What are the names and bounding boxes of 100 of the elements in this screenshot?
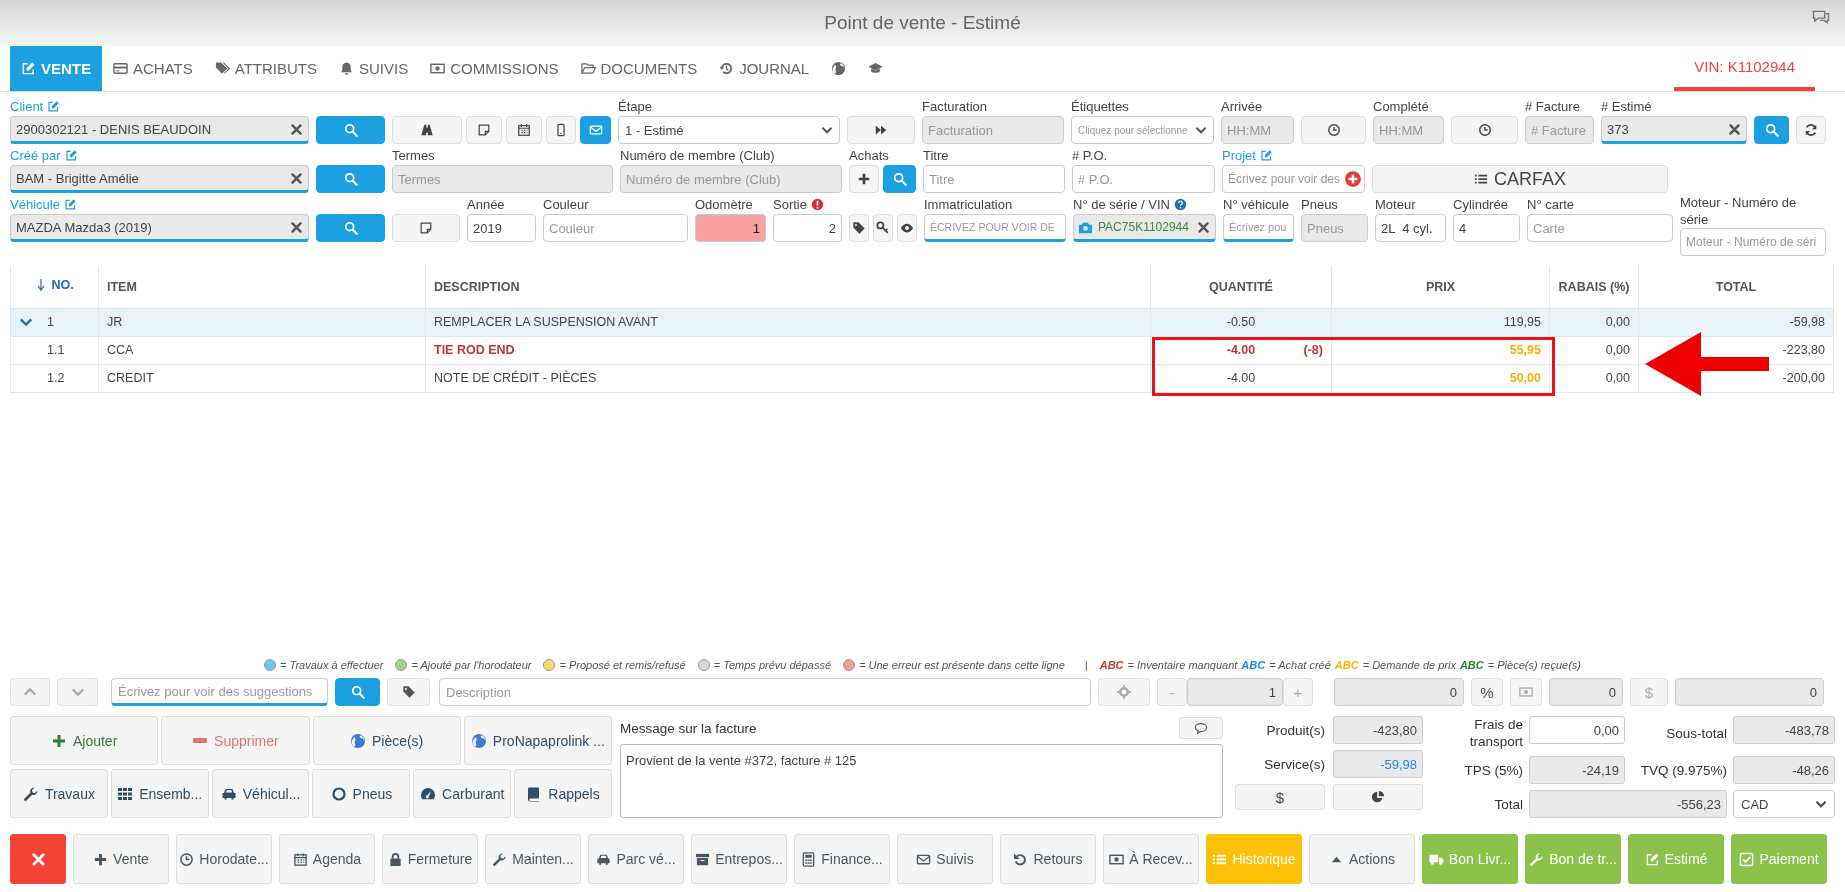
action-button[interactable]: Fermeture (382, 834, 478, 884)
input-field[interactable]: 1 (1187, 678, 1283, 706)
tag-button[interactable] (387, 678, 430, 706)
tab[interactable]: DOCUMENTS (569, 46, 709, 91)
input-field[interactable]: Carte (1527, 214, 1673, 242)
add-button[interactable] (849, 165, 879, 193)
column-header[interactable]: NO. (10, 266, 99, 308)
input-field[interactable]: 0 (1675, 678, 1824, 706)
plus-circle-icon[interactable] (1344, 170, 1362, 188)
action-button[interactable]: Entrepos... (691, 834, 787, 884)
table-cell: -200,00 (1782, 371, 1825, 385)
currency-select[interactable]: CAD (1733, 790, 1835, 818)
input-field[interactable]: 2 (773, 214, 842, 242)
input-field[interactable]: 1 (695, 214, 766, 242)
column-header[interactable]: ITEM (98, 266, 426, 308)
column-header[interactable]: PRIX (1331, 266, 1550, 308)
search-button[interactable] (316, 214, 385, 242)
action-button[interactable]: Carburant (413, 769, 512, 818)
calendar-button[interactable] (506, 116, 542, 144)
total-value: -556,23 (1529, 790, 1727, 818)
input-field[interactable]: Écrivez pour voir des (1222, 165, 1365, 193)
input-field[interactable]: 2L 4 cyl. (1375, 214, 1446, 242)
note-button[interactable] (392, 214, 460, 242)
fast-forward-button[interactable] (847, 116, 915, 144)
action-button[interactable]: Agenda (279, 834, 375, 884)
column-header[interactable]: RABAIS (%) (1549, 266, 1639, 308)
action-button[interactable]: Mainten... (485, 834, 581, 884)
search-button[interactable] (335, 678, 380, 706)
select-field[interactable]: 1 - Estimé (618, 116, 840, 144)
action-button[interactable]: Vente (73, 834, 169, 884)
action-button[interactable]: Suivis (897, 834, 993, 884)
field-label: Immatriculation (924, 195, 1013, 213)
column-header[interactable]: QUANTITÉ (1150, 266, 1332, 308)
action-button[interactable]: Horodate... (176, 834, 272, 884)
tab[interactable]: JOURNAL (708, 46, 821, 91)
percent-button[interactable]: % (1471, 678, 1503, 706)
input-field[interactable]: Titre (923, 165, 1065, 193)
clock-button[interactable] (1451, 116, 1518, 144)
carfax-button[interactable]: CARFAX (1372, 165, 1668, 193)
wrench-icon (22, 785, 39, 802)
action-button[interactable]: Véhicul... (211, 769, 310, 818)
message-field[interactable]: Provient de la vente #372, facture # 125 (620, 744, 1223, 818)
close-button[interactable] (10, 834, 66, 884)
action-button[interactable]: Travaux (10, 769, 108, 818)
table-row[interactable]: 1 JR REMPLACER LA SUSPENSION AVANT -0.50 119,95 0,00 -59,98 (10, 308, 1834, 336)
action-button[interactable]: À Recev... (1103, 834, 1199, 884)
email-button[interactable] (580, 116, 611, 144)
key-button[interactable] (873, 214, 893, 242)
action-button[interactable]: Pneus (312, 769, 411, 818)
chart-button[interactable] (1333, 784, 1423, 810)
input-field[interactable]: Écrivez pour voir des suggestions (111, 678, 328, 706)
action-button[interactable]: Ensemb... (110, 769, 209, 818)
action-button[interactable]: Parc vé... (588, 834, 684, 884)
input-field[interactable]: Description (439, 678, 1091, 706)
input-field[interactable]: 0,00 (1529, 716, 1625, 744)
action-button[interactable]: Rappels (514, 769, 612, 818)
tag-button[interactable] (849, 214, 869, 242)
view-button[interactable] (897, 214, 917, 242)
legend-sample: ABC (1099, 659, 1124, 671)
comment-button[interactable] (1179, 717, 1223, 739)
search-button[interactable] (1754, 116, 1789, 144)
legend-text: = Inventaire manquant (1127, 659, 1238, 671)
search-button[interactable] (316, 116, 385, 144)
road-button[interactable] (392, 116, 462, 144)
note-button[interactable] (466, 116, 502, 144)
action-button[interactable]: ProNapaprolink ... (463, 716, 612, 765)
input-field[interactable]: Moteur - Numéro de séri (1680, 228, 1826, 256)
action-button[interactable]: Retours (1000, 834, 1096, 884)
tab[interactable]: SUIVIS (328, 46, 420, 91)
tab[interactable]: ATTRIBUTS (203, 46, 328, 91)
field-label: N° carte (1527, 195, 1575, 213)
phone-button[interactable] (546, 116, 576, 144)
table-cell: 0,00 (1605, 343, 1630, 357)
action-button[interactable]: Finance... (794, 834, 890, 884)
refresh-button[interactable] (1796, 116, 1826, 144)
action-button[interactable]: Pièce(s) (312, 716, 461, 765)
input-field[interactable]: 2019 (467, 214, 536, 242)
search-button[interactable] (316, 165, 385, 193)
column-header[interactable]: TOTAL (1638, 266, 1834, 308)
total-label: Total (1493, 795, 1523, 813)
list-icon (1474, 172, 1488, 186)
input-field[interactable]: Écrivez pou (1223, 214, 1294, 242)
vin-tab[interactable]: VIN: K1102944 (1674, 46, 1815, 91)
clock-button[interactable] (1301, 116, 1366, 144)
globe-icon (831, 61, 847, 76)
input-field[interactable]: Couleur (543, 214, 688, 242)
action-button[interactable]: Ajouter (10, 716, 159, 765)
tab[interactable]: COMMISSIONS (419, 46, 570, 91)
action-button[interactable]: Actions (1309, 834, 1415, 884)
input-field[interactable]: ÉCRIVEZ POUR VOIR DE (924, 214, 1066, 242)
refresh-icon (1804, 123, 1818, 137)
input-field[interactable]: 0 (1549, 678, 1623, 706)
input-field[interactable]: 4 (1453, 214, 1520, 242)
tab[interactable]: ACHATS (102, 46, 204, 91)
column-header[interactable]: DESCRIPTION (425, 266, 1151, 308)
banknote-icon (1519, 685, 1533, 699)
dollar-button[interactable]: $ (1235, 784, 1325, 810)
input-field[interactable]: 0 (1334, 678, 1464, 706)
input-field[interactable]: # P.O. (1072, 165, 1215, 193)
key-icon (876, 221, 890, 235)
